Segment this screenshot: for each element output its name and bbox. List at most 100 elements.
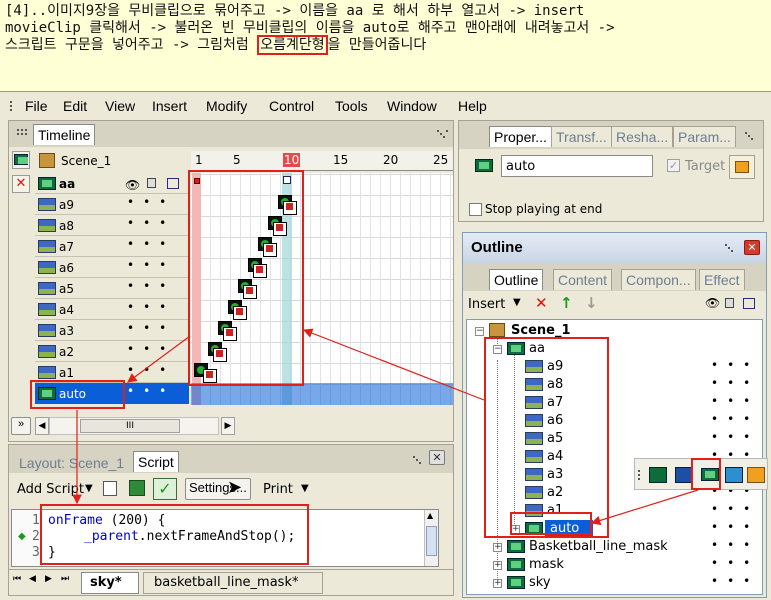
instruction-note: [4]..이미지9장을 무비클립으로 묶어주고 -> 이름을 aa 로 해서 하… xyxy=(0,0,771,92)
tab-components[interactable]: Compon... xyxy=(621,269,696,290)
target-checkbox[interactable]: ✓ xyxy=(667,159,680,172)
tab-layout[interactable]: Layout: Scene_1 xyxy=(15,453,128,473)
menu-tools[interactable]: Tools xyxy=(335,98,368,114)
menu-window[interactable]: Window xyxy=(387,98,437,114)
tree-item-basketball[interactable]: + Basketball_line_mask ••• xyxy=(467,538,764,556)
lock-icon[interactable] xyxy=(725,298,734,308)
expand-icon[interactable]: + xyxy=(493,543,502,552)
ruler-label-20: 20 xyxy=(383,153,399,167)
panel-menu-icon[interactable] xyxy=(437,130,449,139)
expand-icon[interactable]: + xyxy=(493,561,502,570)
horizontal-scrollbar[interactable]: III xyxy=(49,417,219,435)
scroll-up-arrow-icon[interactable]: ▲ xyxy=(427,511,433,520)
outline-square-icon[interactable] xyxy=(743,298,755,309)
name-input[interactable]: auto xyxy=(501,155,653,177)
image-icon xyxy=(38,219,56,232)
layer-row[interactable]: a4 ••• xyxy=(35,299,189,320)
layer-row[interactable]: a6 ••• xyxy=(35,257,189,278)
insert-scene-icon[interactable] xyxy=(649,467,667,483)
prev-page-icon[interactable]: ◀ xyxy=(29,574,36,584)
menu-modify[interactable]: Modify xyxy=(206,98,247,114)
next-page-icon[interactable]: ▶ xyxy=(45,574,52,584)
movieclip-icon xyxy=(475,159,493,172)
frame-ruler[interactable]: 1 5 10 15 20 25 xyxy=(191,151,453,171)
layer-row[interactable]: a7 ••• xyxy=(35,236,189,257)
tree-item-sky[interactable]: + sky ••• xyxy=(467,574,764,592)
tab-transform[interactable]: Transf... xyxy=(551,126,612,147)
file-tab-sky[interactable]: sky* xyxy=(81,572,139,594)
insert-label[interactable]: Insert xyxy=(468,297,505,312)
outline-square-icon[interactable] xyxy=(167,178,179,189)
first-page-icon[interactable]: ⏮ xyxy=(13,574,21,584)
print-button[interactable]: Print xyxy=(263,482,293,497)
layer-row[interactable]: a2 ••• xyxy=(35,341,189,362)
script-doc-icon[interactable] xyxy=(103,481,117,496)
ruler-label-15: 15 xyxy=(333,153,349,167)
layer-row[interactable]: a8 ••• xyxy=(35,215,189,236)
tree-item-mask[interactable]: + mask ••• xyxy=(467,556,764,574)
lock-icon[interactable] xyxy=(147,178,156,188)
expand-button[interactable]: » xyxy=(11,417,31,435)
delete-layer-button[interactable]: ✕ xyxy=(12,175,30,193)
expand-icon[interactable]: + xyxy=(493,579,502,588)
insert-dropdown-icon[interactable]: ▼ xyxy=(513,297,521,308)
menu-control[interactable]: Control xyxy=(269,98,314,114)
scene-row[interactable]: Scene_1 xyxy=(35,151,189,171)
add-script-button[interactable]: Add Script xyxy=(17,482,84,497)
layer-label: a1 xyxy=(59,366,74,380)
tab-timeline[interactable]: Timeline xyxy=(33,124,96,145)
layer-row[interactable]: a9 ••• xyxy=(35,194,189,215)
stop-playing-checkbox[interactable] xyxy=(469,203,482,216)
close-icon[interactable]: ✕ xyxy=(744,240,760,255)
vertical-scrollbar[interactable]: ▲ xyxy=(424,510,438,566)
item-flags-icon: ••• xyxy=(711,556,760,570)
property-options-button[interactable] xyxy=(729,155,755,179)
script-tree-icon[interactable] xyxy=(129,480,145,496)
eye-icon[interactable]: 👁 xyxy=(705,296,720,310)
insert-component-icon[interactable] xyxy=(747,467,765,483)
layer-row[interactable]: a3 ••• xyxy=(35,320,189,341)
tab-content[interactable]: Content xyxy=(553,269,613,290)
collapse-icon[interactable]: − xyxy=(475,327,484,336)
note-line-1: [4]..이미지9장을 무비클립으로 묶어주고 -> 이름을 aa 로 해서 하… xyxy=(5,3,585,19)
note-line-2: movieClip 클릭해서 -> 불러온 빈 무비클립의 이름을 auto로 … xyxy=(5,20,615,36)
scroll-thumb[interactable]: III xyxy=(80,419,180,433)
add-layer-button[interactable] xyxy=(12,151,30,169)
panel-menu-icon[interactable] xyxy=(413,456,425,465)
check-syntax-icon[interactable]: ✓ xyxy=(153,478,177,500)
scroll-right-arrow-icon[interactable]: ▶ xyxy=(221,417,235,435)
menu-help[interactable]: Help xyxy=(458,98,487,114)
tab-effect[interactable]: Effect xyxy=(699,269,745,290)
eye-icon[interactable]: 👁 xyxy=(125,178,140,192)
movieclip-icon xyxy=(507,576,525,589)
insert-movieclip-highlight xyxy=(691,458,721,490)
layer-row[interactable]: a5 ••• xyxy=(35,278,189,299)
menu-insert[interactable]: Insert xyxy=(152,98,187,114)
item-flags-icon: ••• xyxy=(711,520,760,534)
panel-menu-icon[interactable] xyxy=(725,244,737,253)
menu-file[interactable]: File xyxy=(25,98,48,114)
add-script-dropdown-icon[interactable]: ▼ xyxy=(85,483,93,494)
tab-reshape[interactable]: Resha... xyxy=(611,126,674,147)
move-up-arrow-icon[interactable]: ↑ xyxy=(560,294,573,312)
file-tab-basketball[interactable]: basketball_line_mask* xyxy=(143,572,323,594)
tab-script[interactable]: Script xyxy=(133,451,179,472)
last-page-icon[interactable]: ⏭ xyxy=(61,574,69,584)
image-icon xyxy=(38,366,56,379)
scroll-thumb[interactable] xyxy=(426,526,437,556)
layer-row[interactable]: aa 👁 xyxy=(35,173,189,194)
insert-button-icon[interactable] xyxy=(725,467,743,483)
panel-menu-icon[interactable] xyxy=(745,132,757,141)
tab-outline[interactable]: Outline xyxy=(489,269,544,290)
move-down-arrow-icon[interactable]: ↓ xyxy=(585,294,598,312)
close-icon[interactable]: ✕ xyxy=(429,450,445,465)
scroll-left-arrow-icon[interactable]: ◀ xyxy=(35,417,49,435)
tab-parameters[interactable]: Param... xyxy=(673,126,736,147)
menu-view[interactable]: View xyxy=(105,98,135,114)
layer-label: a4 xyxy=(59,303,74,317)
tab-properties[interactable]: Proper... xyxy=(489,126,552,147)
menu-edit[interactable]: Edit xyxy=(63,98,87,114)
outline-toolbar: Insert ▼ ✕ ↑ ↓ 👁 xyxy=(463,291,766,317)
delete-x-icon[interactable]: ✕ xyxy=(535,294,548,312)
print-dropdown-icon[interactable]: ▼ xyxy=(301,483,309,494)
